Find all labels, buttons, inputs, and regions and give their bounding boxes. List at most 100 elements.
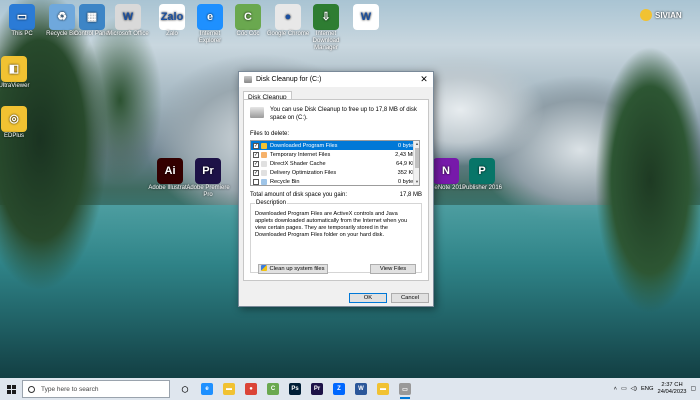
taskbar-app-zalo[interactable]: Z (328, 378, 350, 400)
chevron-up-icon[interactable]: ˄ (614, 386, 617, 392)
notification-icon[interactable]: ▢ (691, 386, 696, 392)
explorer2-icon: ▬ (377, 383, 389, 395)
chrome-icon: ● (245, 383, 257, 395)
file-checkbox[interactable]: ✓ (253, 142, 259, 149)
premiere-icon: Pr (311, 383, 323, 395)
taskview-icon: ◯ (181, 386, 189, 393)
taskbar-app-diskcleanup[interactable]: ▭ (394, 378, 416, 400)
clean-up-system-files-button[interactable]: Clean up system files (258, 264, 328, 274)
desktop-icon-idm[interactable]: ⇩ Internet Download Manager (304, 4, 348, 52)
explorer-icon: ▬ (223, 383, 235, 395)
close-icon[interactable]: ✕ (418, 74, 430, 85)
desktop-icon-coccoc[interactable]: C Cốc Cốc (226, 4, 270, 38)
taskbar-app-coccoc[interactable]: C (262, 378, 284, 400)
idm-icon: ⇩ (313, 4, 339, 30)
desktop-icon-thispc[interactable]: ▭ This PC (0, 4, 44, 38)
clock[interactable]: 2:37 CH 24/04/2023 (658, 382, 687, 396)
file-row[interactable]: ✓ Temporary Internet Files 2,43 MB (251, 150, 419, 159)
windows-icon (6, 384, 16, 394)
cancel-button[interactable]: Cancel (391, 293, 429, 303)
brand-logo: SIVIAN (640, 4, 696, 26)
taskbar-app-ie[interactable]: e (196, 378, 218, 400)
photoshop-icon: Ps (289, 383, 301, 395)
eduplus-icon: ◎ (1, 106, 27, 132)
premiere-icon: Pr (195, 158, 221, 184)
taskbar-apps: ◯ e ▬ ● C Ps Pr Z W ▬ ▭ (174, 378, 416, 400)
taskbar-app-photoshop[interactable]: Ps (284, 378, 306, 400)
file-row[interactable]: ✓ Delivery Optimization Files 352 KB (251, 168, 419, 177)
drive-icon (250, 107, 264, 118)
file-type-icon (261, 142, 267, 149)
file-name: Temporary Internet Files (270, 151, 331, 158)
desktop-icon-publisher[interactable]: P Publisher 2016 (460, 158, 504, 192)
clock-time: 2:37 CH (661, 382, 683, 388)
search-icon (28, 385, 35, 393)
start-button[interactable] (0, 378, 22, 400)
publisher-icon: P (469, 158, 495, 184)
file-name: DirectX Shader Cache (270, 160, 326, 167)
file-checkbox[interactable]: ✓ (253, 169, 259, 176)
desktop-icon-premiere[interactable]: Pr Adobe Premiere Pro (186, 158, 230, 199)
file-name: Recycle Bin (270, 178, 300, 185)
file-checkbox[interactable]: ✓ (253, 160, 259, 167)
word-icon: W (353, 4, 379, 30)
file-type-icon (261, 169, 267, 176)
total-value: 17,8 MB (399, 192, 422, 198)
volume-icon[interactable]: ◁) (631, 386, 637, 392)
taskbar-app-taskview[interactable]: ◯ (174, 378, 196, 400)
controlpanel-icon: ▦ (79, 4, 105, 30)
desktop-icon-label: UltraViewer (0, 83, 30, 89)
file-checkbox[interactable] (253, 178, 259, 185)
taskbar-app-explorer[interactable]: ▬ (218, 378, 240, 400)
desktop-icon-word[interactable]: W (344, 4, 388, 31)
taskbar-search[interactable]: Type here to search (22, 380, 170, 398)
file-type-icon (261, 160, 267, 167)
zalo-icon: Z (333, 383, 345, 395)
files-list: ✓ Downloaded Program Files 0 bytes ✓ Tempora… (250, 140, 420, 186)
file-checkbox[interactable]: ✓ (253, 151, 259, 158)
chrome-icon: ● (275, 4, 301, 30)
illustrator-icon: Ai (157, 158, 183, 184)
desktop-icon-label: Internet Download Manager (312, 31, 340, 51)
disk-cleanup-icon (244, 76, 252, 83)
files-list-scrollbar[interactable]: ▲ ▼ (413, 141, 419, 185)
desktop-icon-label: This PC (11, 31, 33, 37)
view-files-button[interactable]: View Files (370, 264, 416, 274)
file-row[interactable]: ✓ DirectX Shader Cache 64,9 KB (251, 159, 419, 168)
taskbar-app-word[interactable]: W (350, 378, 372, 400)
desktop-icon-label: Adobe Premiere Pro (186, 185, 230, 198)
dialog-titlebar[interactable]: Disk Cleanup for (C:) ✕ (239, 72, 433, 87)
files-to-delete-label: Files to delete: (250, 131, 290, 137)
shield-icon (261, 265, 268, 271)
intro-text: You can use Disk Cleanup to free up to 1… (270, 107, 417, 121)
scroll-up-icon[interactable]: ▲ (414, 141, 419, 147)
description-legend: Description (255, 200, 288, 206)
brand-logo-text: SIVIAN (655, 10, 682, 20)
ultraviewer-icon: ◧ (1, 56, 27, 82)
desktop-icon-msoffice[interactable]: W Microsoft Office (106, 4, 150, 38)
dialog-title: Disk Cleanup for (C:) (256, 76, 322, 83)
taskbar-app-explorer2[interactable]: ▬ (372, 378, 394, 400)
language-indicator[interactable]: ENG (641, 386, 654, 392)
network-icon[interactable]: ▭ (621, 386, 626, 392)
scroll-thumb[interactable] (415, 148, 419, 168)
zalo-icon: Zalo (159, 4, 185, 30)
taskbar: Type here to search ◯ e ▬ ● C Ps Pr Z W ▬ ▭ ˄ ▭ ◁)… (0, 378, 700, 400)
ok-button[interactable]: OK (349, 293, 387, 303)
file-row[interactable]: ✓ Downloaded Program Files 0 bytes (251, 141, 419, 150)
brand-logo-icon (640, 9, 652, 21)
desktop-icon-eduplus[interactable]: ◎ EDPlus (0, 106, 36, 140)
desktop-icon-label: Cốc Cốc (236, 31, 260, 37)
disk-cleanup-dialog: Disk Cleanup for (C:) ✕ Disk Cleanup You… (238, 71, 434, 307)
scroll-down-icon[interactable]: ▼ (414, 179, 419, 185)
diskcleanup-icon: ▭ (399, 383, 411, 395)
taskbar-app-chrome[interactable]: ● (240, 378, 262, 400)
taskbar-app-premiere[interactable]: Pr (306, 378, 328, 400)
desktop-icon-ultraviewer[interactable]: ◧ UltraViewer (0, 56, 36, 90)
desktop-icon-label: Microsoft Office (107, 31, 149, 37)
system-tray: ˄ ▭ ◁) ENG 2:37 CH 24/04/2023 ▢ (614, 378, 700, 400)
intro: You can use Disk Cleanup to free up to 1… (250, 107, 422, 122)
file-row[interactable]: Recycle Bin 0 bytes (251, 177, 419, 185)
file-name: Delivery Optimization Files (270, 169, 337, 176)
ie-icon: e (197, 4, 223, 30)
